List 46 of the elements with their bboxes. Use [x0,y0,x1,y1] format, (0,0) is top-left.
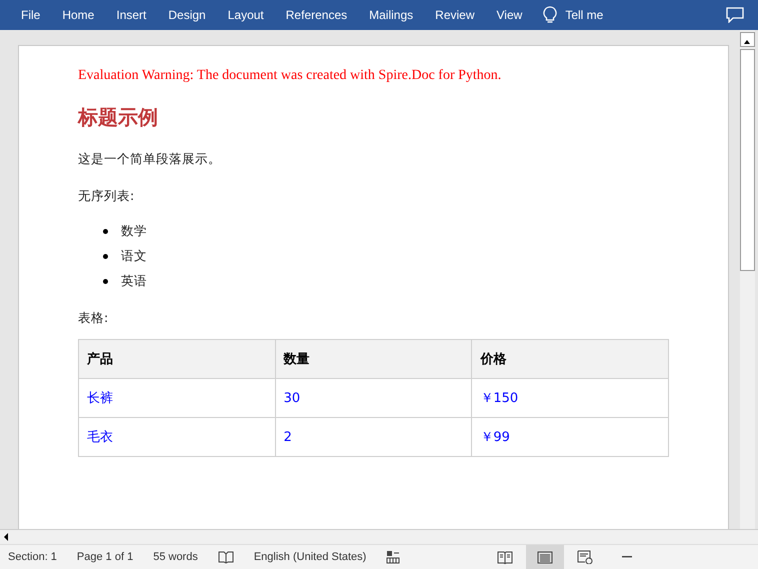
ribbon-tab[interactable]: Mailings [358,0,424,30]
print-view-button[interactable] [526,545,564,569]
macro-icon[interactable] [386,550,400,564]
section-indicator[interactable]: Section: 1 [8,551,57,563]
ribbon-tab[interactable]: Layout [216,0,275,30]
ribbon-tab[interactable]: Home [51,0,106,30]
ribbon-tab[interactable]: Insert [105,0,158,30]
language-indicator[interactable]: English (United States) [254,551,366,563]
table-cell: 2 [275,418,472,456]
column-header: 价格 [472,340,668,378]
list-item: 语文 [121,248,147,265]
page-lines-icon [537,550,553,564]
vertical-scrollbar[interactable] [740,30,755,529]
proofing-icon[interactable] [218,550,234,564]
tell-me-button[interactable]: Tell me [557,0,614,30]
ribbon-tab[interactable]: Design [157,0,217,30]
ribbon-tab[interactable]: View [486,0,534,30]
column-header: 产品 [78,340,276,378]
comment-icon[interactable] [726,7,744,23]
page-indicator[interactable]: Page 1 of 1 [76,551,134,563]
evaluation-warning: Evaluation Warning: The document was created with Spire.Doc for Python. [78,68,502,84]
list-item: 英语 [121,273,147,290]
ribbon-tab[interactable]: Review [424,0,486,30]
table-cell: ￥99 [472,418,668,456]
table-cell: 毛衣 [78,418,276,456]
table-cell: 30 [275,378,472,418]
scroll-thumb[interactable] [740,49,755,271]
table-cell: 长裤 [78,378,276,418]
list-item: 数学 [121,223,147,240]
lightbulb-icon [543,6,558,24]
table-label: 表格: [78,310,110,327]
bullet-icon [103,254,108,259]
table-cell: ￥150 [472,378,668,418]
bullet-icon [103,229,108,234]
list-label: 无序列表: [78,188,136,205]
paragraph: 这是一个简单段落展示。 [78,151,222,168]
ribbon-tab[interactable]: File [10,0,52,30]
book-icon [497,550,513,564]
scroll-up-icon[interactable] [740,32,755,47]
web-page-icon [577,550,593,564]
column-header: 数量 [275,340,472,378]
bullet-icon [103,279,108,284]
ribbon-tab[interactable]: References [274,0,358,30]
heading: 标题示例 [78,104,159,131]
horizontal-scrollbar[interactable] [0,529,758,544]
word-count[interactable]: 55 words [153,551,198,563]
